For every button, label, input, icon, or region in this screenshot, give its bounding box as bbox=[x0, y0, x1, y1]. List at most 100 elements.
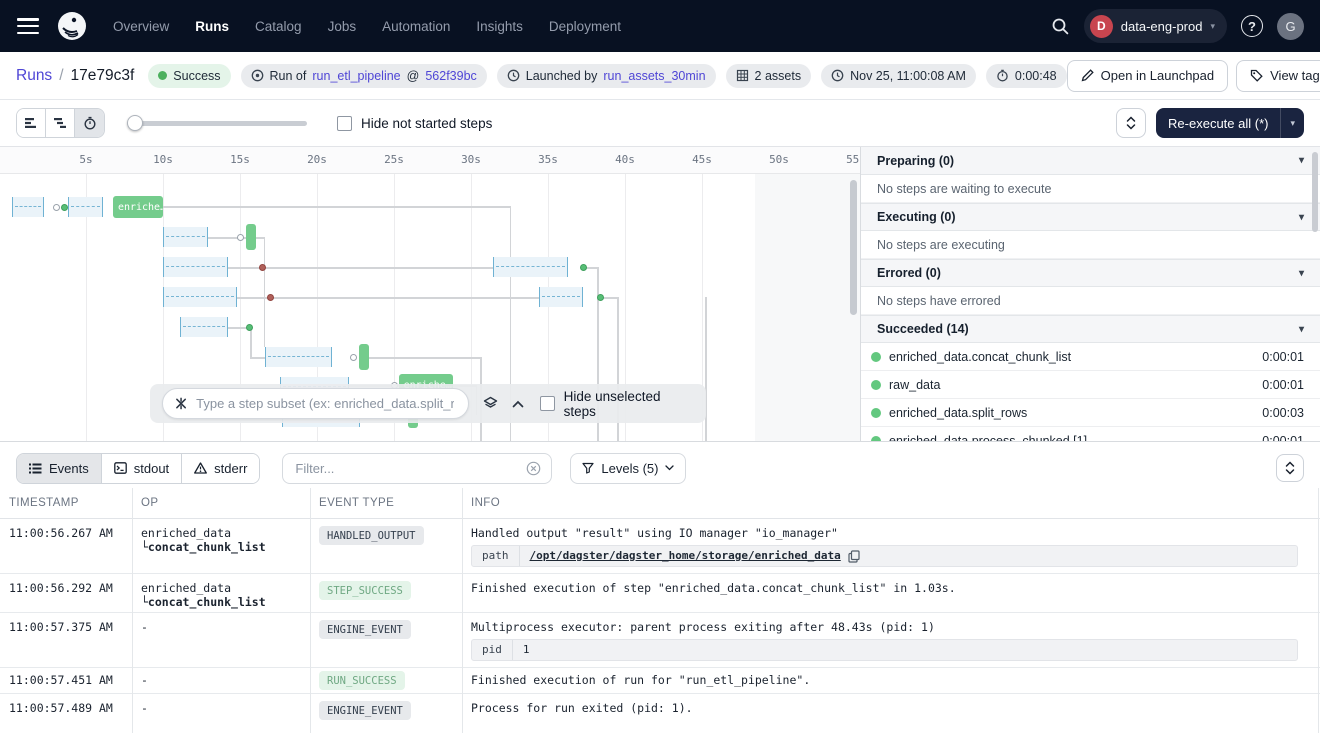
gantt-vertical-scrollbar[interactable] bbox=[850, 180, 857, 315]
gantt-step-marker[interactable] bbox=[596, 293, 604, 301]
step-duration: 0:00:01 bbox=[1262, 349, 1304, 364]
breadcrumb-runs-link[interactable]: Runs bbox=[16, 67, 52, 85]
nav-item-automation[interactable]: Automation bbox=[382, 19, 450, 34]
section-executing-title: Executing (0) bbox=[877, 210, 956, 224]
gantt-waiting-bar[interactable] bbox=[264, 347, 333, 367]
step-row[interactable]: enriched_data.split_rows 0:00:03 bbox=[861, 399, 1320, 427]
gantt-zoom-slider[interactable] bbox=[127, 115, 307, 131]
nav-right-cluster: D data-eng-prod ▾ ? G bbox=[1051, 9, 1304, 43]
col-info: INFO bbox=[471, 497, 501, 509]
top-nav: Overview Runs Catalog Jobs Automation In… bbox=[0, 0, 1320, 52]
nav-item-overview[interactable]: Overview bbox=[113, 19, 169, 34]
gantt-toolbar: Hide not started steps Re-execute all (*… bbox=[0, 100, 1320, 147]
step-subset-input[interactable] bbox=[194, 395, 456, 412]
step-row[interactable]: enriched_data.concat_chunk_list 0:00:01 bbox=[861, 343, 1320, 371]
reexecute-dropdown-caret[interactable]: ▾ bbox=[1280, 108, 1304, 138]
search-icon[interactable] bbox=[1051, 17, 1070, 36]
gantt-step-marker[interactable] bbox=[53, 203, 61, 211]
gantt-step-marker[interactable] bbox=[236, 233, 244, 241]
gantt-waiting-bar[interactable] bbox=[538, 287, 584, 307]
duration-tag: 0:00:48 bbox=[985, 63, 1067, 88]
preparing-empty-row: No steps are waiting to execute bbox=[861, 175, 1320, 203]
chevron-up-icon[interactable] bbox=[512, 400, 524, 408]
nav-item-runs[interactable]: Runs bbox=[195, 19, 229, 34]
copy-icon[interactable] bbox=[848, 549, 860, 563]
clear-filter-icon[interactable] bbox=[526, 461, 541, 476]
gantt-waiting-bar[interactable] bbox=[12, 197, 45, 217]
column-divider bbox=[1318, 488, 1319, 733]
help-icon[interactable]: ? bbox=[1241, 15, 1263, 37]
workspace-switcher[interactable]: D data-eng-prod ▾ bbox=[1083, 9, 1227, 43]
log-row[interactable]: 11:00:56.267 AM enriched_data └concat_ch… bbox=[0, 519, 1320, 574]
step-row[interactable]: enriched_data.process_chunked [1] 0:00:0… bbox=[861, 427, 1320, 441]
open-in-launchpad-button[interactable]: Open in Launchpad bbox=[1066, 59, 1229, 92]
events-tabs: Events stdout stderr bbox=[16, 452, 261, 484]
event-type-badge: ENGINE_EVENT bbox=[319, 620, 411, 639]
assets-tag[interactable]: 2 assets bbox=[725, 63, 812, 88]
log-row[interactable]: 11:00:57.451 AM - RUN_SUCCESS Finished e… bbox=[0, 668, 1320, 694]
sidebar-scrollbar[interactable] bbox=[1312, 152, 1318, 232]
step-name: raw_data bbox=[889, 377, 941, 392]
user-avatar[interactable]: G bbox=[1277, 12, 1304, 40]
nav-item-deployment[interactable]: Deployment bbox=[549, 19, 621, 34]
tab-stdout[interactable]: stdout bbox=[101, 453, 183, 483]
expand-collapse-panel-button[interactable] bbox=[1116, 108, 1147, 138]
levels-filter-button[interactable]: Levels (5) bbox=[570, 452, 687, 484]
log-filter-input[interactable] bbox=[293, 459, 527, 477]
section-succeeded[interactable]: Succeeded (14) ▾ bbox=[861, 315, 1320, 343]
workspace-initial-badge: D bbox=[1089, 14, 1113, 38]
view-tags-config-button[interactable]: View tags and config bbox=[1236, 59, 1320, 92]
hide-not-started-checkbox[interactable] bbox=[337, 115, 352, 131]
nav-item-jobs[interactable]: Jobs bbox=[328, 19, 357, 34]
chevron-down-icon: ▾ bbox=[1298, 155, 1304, 166]
job-link[interactable]: run_etl_pipeline bbox=[312, 69, 400, 83]
storage-path-link[interactable]: /opt/dagster/dagster_home/storage/enrich… bbox=[530, 549, 841, 563]
gantt-step-bar[interactable]: enriche… bbox=[112, 196, 163, 218]
gantt-step-marker[interactable] bbox=[245, 323, 253, 331]
gantt-waiting-bar[interactable] bbox=[67, 197, 103, 217]
gantt-step-bar[interactable] bbox=[358, 344, 369, 370]
gantt-waiting-bar[interactable] bbox=[163, 257, 228, 277]
hide-unselected-checkbox[interactable] bbox=[539, 396, 555, 411]
timed-view-button[interactable] bbox=[75, 109, 104, 137]
code-version-link[interactable]: 562f39bc bbox=[425, 69, 476, 83]
start-datetime: Nov 25, 11:00:08 AM bbox=[850, 68, 966, 83]
expand-log-panel-button[interactable] bbox=[1276, 454, 1304, 482]
gantt-step-marker[interactable] bbox=[267, 293, 275, 301]
flat-view-icon bbox=[25, 118, 36, 128]
section-executing[interactable]: Executing (0) ▾ bbox=[861, 203, 1320, 231]
stopwatch-icon bbox=[83, 116, 96, 130]
gantt-waiting-bar[interactable] bbox=[492, 257, 568, 277]
log-row[interactable]: 11:00:56.292 AM enriched_data └concat_ch… bbox=[0, 574, 1320, 613]
layers-icon[interactable] bbox=[483, 396, 498, 411]
gantt-waiting-bar[interactable] bbox=[179, 317, 228, 337]
nav-item-catalog[interactable]: Catalog bbox=[255, 19, 302, 34]
nav-item-insights[interactable]: Insights bbox=[476, 19, 523, 34]
gantt-connector-line bbox=[263, 237, 266, 347]
step-name: enriched_data.process_chunked [1] bbox=[889, 433, 1088, 442]
event-type-badge: STEP_SUCCESS bbox=[319, 581, 411, 600]
errored-empty-row: No steps have errored bbox=[861, 287, 1320, 315]
gantt-step-marker[interactable] bbox=[350, 353, 358, 361]
schedule-link[interactable]: run_assets_30min bbox=[603, 69, 705, 83]
gantt-step-marker[interactable] bbox=[579, 263, 587, 271]
tab-stderr[interactable]: stderr bbox=[182, 453, 260, 483]
gantt-step-marker[interactable] bbox=[258, 263, 266, 271]
section-errored[interactable]: Errored (0) ▾ bbox=[861, 259, 1320, 287]
gantt-waiting-bar[interactable] bbox=[163, 227, 208, 247]
slider-knob[interactable] bbox=[127, 115, 143, 131]
dagster-logo-icon[interactable] bbox=[57, 11, 87, 41]
step-row[interactable]: raw_data 0:00:01 bbox=[861, 371, 1320, 399]
reexecute-all-button[interactable]: Re-execute all (*) ▾ bbox=[1156, 108, 1304, 138]
log-row[interactable]: 11:00:57.489 AM - ENGINE_EVENT Process f… bbox=[0, 694, 1320, 733]
waterfall-view-button[interactable] bbox=[46, 109, 75, 137]
section-preparing[interactable]: Preparing (0) ▾ bbox=[861, 147, 1320, 175]
gantt-waiting-bar[interactable] bbox=[163, 287, 237, 307]
hamburger-menu-icon[interactable] bbox=[17, 18, 39, 34]
clock-icon bbox=[507, 69, 520, 82]
gantt-step-marker[interactable] bbox=[60, 203, 68, 211]
flat-view-button[interactable] bbox=[17, 109, 46, 137]
log-row[interactable]: 11:00:57.375 AM - ENGINE_EVENT Multiproc… bbox=[0, 613, 1320, 668]
tab-events[interactable]: Events bbox=[17, 453, 102, 483]
gantt-step-bar[interactable] bbox=[246, 224, 257, 250]
